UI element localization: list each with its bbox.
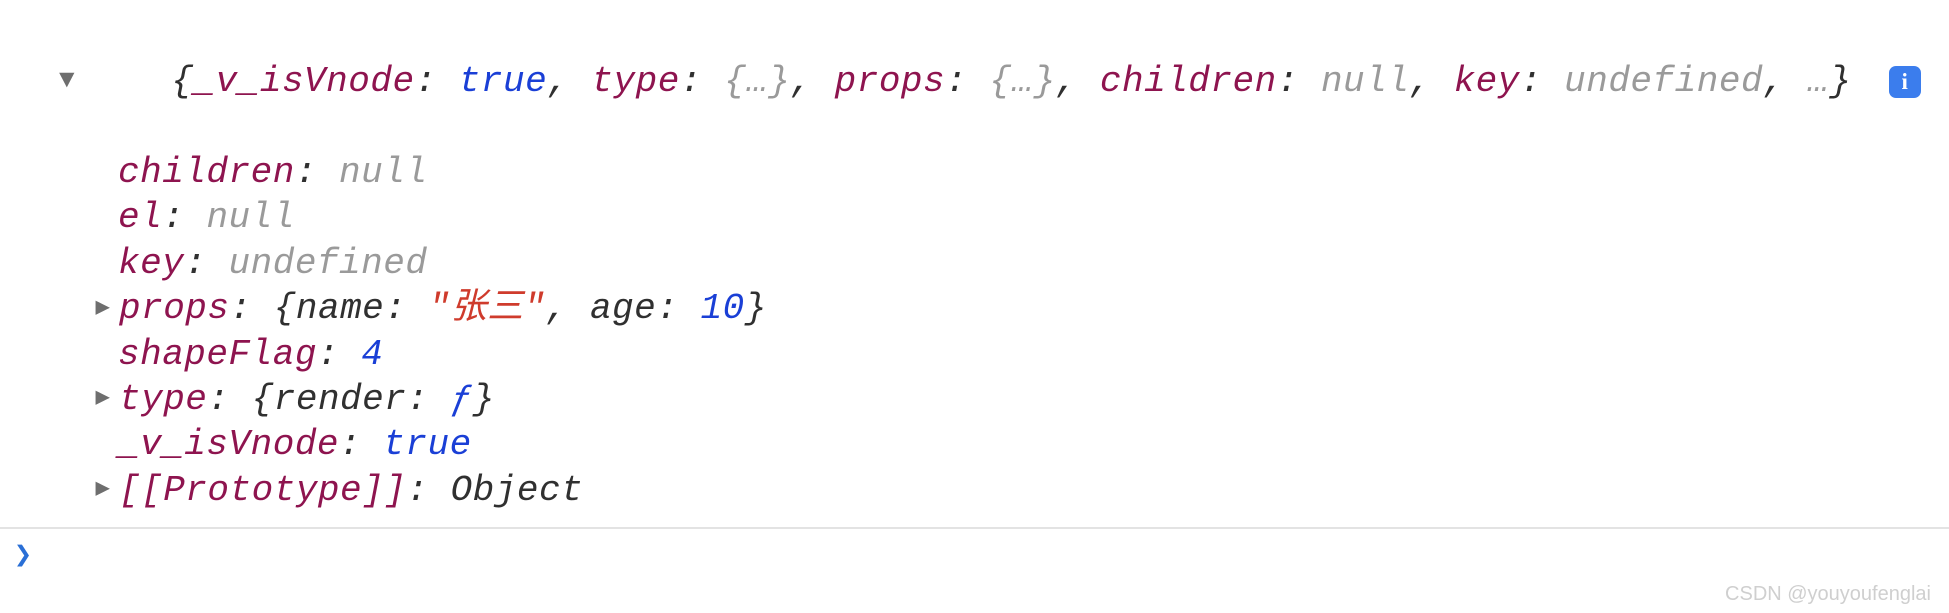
object-summary-row[interactable]: ▼ {_v_isVnode: true, type: {…}, props: {… <box>0 0 1949 150</box>
prop-v-is-vnode[interactable]: _v_isVnode: true <box>0 422 1949 467</box>
prompt-icon: ❯ <box>14 539 33 577</box>
console-prompt-row[interactable]: ❯ <box>0 529 1949 577</box>
object-summary-text: {_v_isVnode: true, type: {…}, props: {…}… <box>83 14 1865 150</box>
info-icon[interactable]: i <box>1889 66 1921 98</box>
prop-el[interactable]: el: null <box>0 195 1949 240</box>
chevron-right-icon[interactable]: ▶ <box>90 475 116 505</box>
prop-value: null <box>206 195 294 240</box>
prop-value: null <box>339 150 427 195</box>
prop-prototype[interactable]: ▶[[Prototype]]: Object <box>0 468 1949 513</box>
prop-value: true <box>383 422 471 467</box>
prop-key: type <box>119 377 207 422</box>
chevron-right-icon[interactable]: ▶ <box>90 384 116 414</box>
prop-key: key <box>118 241 184 286</box>
prop-value: 4 <box>361 332 383 377</box>
prop-shapeflag[interactable]: shapeFlag: 4 <box>0 332 1949 377</box>
prop-children[interactable]: children: null <box>0 150 1949 195</box>
prop-key: children <box>118 150 295 195</box>
prop-key: el <box>118 195 162 240</box>
prop-key: shapeFlag <box>118 332 317 377</box>
chevron-right-icon[interactable]: ▶ <box>90 294 116 324</box>
prop-type[interactable]: ▶type: {render: ƒ} <box>0 377 1949 422</box>
prop-key: props <box>119 286 230 331</box>
prop-value: Object <box>451 468 584 513</box>
prop-key: [[Prototype]] <box>119 468 406 513</box>
chevron-down-icon[interactable]: ▼ <box>54 64 80 97</box>
prop-key: _v_isVnode <box>118 422 339 467</box>
prop-props[interactable]: ▶props: {name: "张三", age: 10} <box>0 286 1949 331</box>
prop-value: undefined <box>229 241 428 286</box>
watermark: CSDN @youyoufenglai <box>1725 582 1931 607</box>
prop-key[interactable]: key: undefined <box>0 241 1949 286</box>
